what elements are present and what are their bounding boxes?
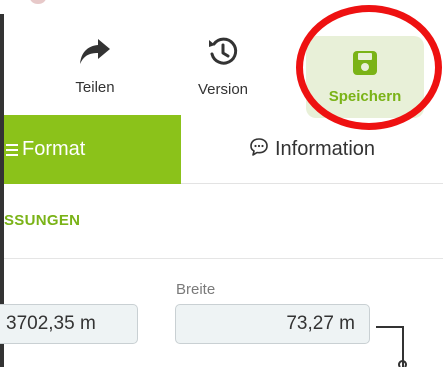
toolbar: Teilen Version Speichern xyxy=(4,18,443,118)
tab-format-label: Format xyxy=(22,138,86,160)
width-label: Breite xyxy=(176,281,216,298)
tab-information[interactable]: Information xyxy=(181,115,443,184)
width-field[interactable]: 73,27 m xyxy=(175,304,370,344)
floppy-disk-icon xyxy=(352,50,378,81)
app-window: Teilen Version Speichern Format Informat… xyxy=(0,0,443,367)
avatar-fragment xyxy=(30,0,46,4)
share-label: Teilen xyxy=(75,79,115,96)
tab-bar: Format Information xyxy=(4,115,443,184)
share-arrow-icon xyxy=(78,37,112,72)
length-field[interactable]: 3702,35 m xyxy=(0,304,138,344)
section-divider xyxy=(4,258,443,259)
top-bar-sliver xyxy=(0,0,443,10)
tab-format[interactable]: Format xyxy=(4,115,181,184)
width-value: 73,27 m xyxy=(286,313,355,334)
section-title: SSUNGEN xyxy=(4,212,81,229)
list-lines-icon xyxy=(6,143,18,157)
version-label: Version xyxy=(197,81,249,98)
save-button[interactable]: Speichern xyxy=(306,36,424,118)
share-button[interactable]: Teilen xyxy=(52,18,138,114)
speech-bubble-icon xyxy=(249,137,275,163)
tab-information-label: Information xyxy=(274,138,376,160)
aspect-lock-icon[interactable] xyxy=(398,360,407,367)
history-icon xyxy=(206,35,240,74)
save-label: Speichern xyxy=(328,88,402,105)
version-button[interactable]: Version xyxy=(180,18,266,114)
length-value: 3702,35 m xyxy=(6,313,96,334)
